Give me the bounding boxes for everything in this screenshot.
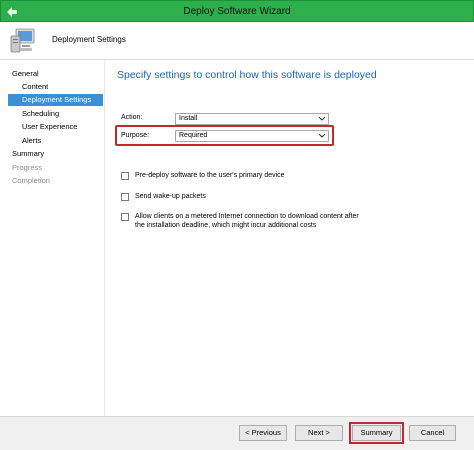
page-title: Deployment Settings xyxy=(52,35,126,44)
nav-item-alerts[interactable]: Alerts xyxy=(8,135,103,147)
action-label: Action: xyxy=(121,114,143,121)
nav-item-summary[interactable]: Summary xyxy=(12,148,44,160)
wakeup-label: Send wake-up packets xyxy=(135,193,206,200)
title-bar[interactable]: Deploy Software Wizard xyxy=(0,0,474,22)
nav-item-user-experience[interactable]: User Experience xyxy=(8,121,103,133)
summary-button[interactable]: Summary xyxy=(352,425,401,441)
chevron-down-icon xyxy=(319,134,325,138)
page-heading: Specify settings to control how this sof… xyxy=(117,69,377,81)
nav-item-completion: Completion xyxy=(12,176,50,185)
nav-item-deployment-settings[interactable]: Deployment Settings xyxy=(8,94,103,106)
nav-item-progress: Progress xyxy=(12,163,43,172)
wizard-header: Deployment Settings xyxy=(0,22,474,60)
nav-item-content[interactable]: Content xyxy=(8,81,103,93)
next-button[interactable]: Next > xyxy=(295,425,343,441)
nav-item-general[interactable]: General xyxy=(12,68,39,80)
purpose-label: Purpose: xyxy=(121,132,150,139)
action-select[interactable]: Install xyxy=(175,113,329,125)
previous-button[interactable]: < Previous xyxy=(239,425,287,441)
predeploy-label: Pre-deploy software to the user's primar… xyxy=(135,172,285,179)
computer-icon xyxy=(10,28,35,53)
nav-item-scheduling[interactable]: Scheduling xyxy=(8,108,103,120)
wizard-navigation: General Content Deployment Settings Sche… xyxy=(0,60,104,416)
cancel-button[interactable]: Cancel xyxy=(409,425,456,441)
wizard-footer: < Previous Next > Summary Cancel xyxy=(0,416,474,450)
window-title: Deploy Software Wizard xyxy=(183,6,291,17)
main-content: Specify settings to control how this sof… xyxy=(104,60,474,416)
purpose-value: Required xyxy=(179,132,208,139)
action-value: Install xyxy=(179,115,198,122)
metered-label: Allow clients on a metered Internet conn… xyxy=(135,213,359,229)
purpose-select[interactable]: Required xyxy=(175,130,329,142)
wakeup-checkbox[interactable] xyxy=(121,193,129,201)
metered-checkbox[interactable] xyxy=(121,213,129,221)
predeploy-checkbox[interactable] xyxy=(121,172,129,180)
chevron-down-icon xyxy=(319,117,325,121)
